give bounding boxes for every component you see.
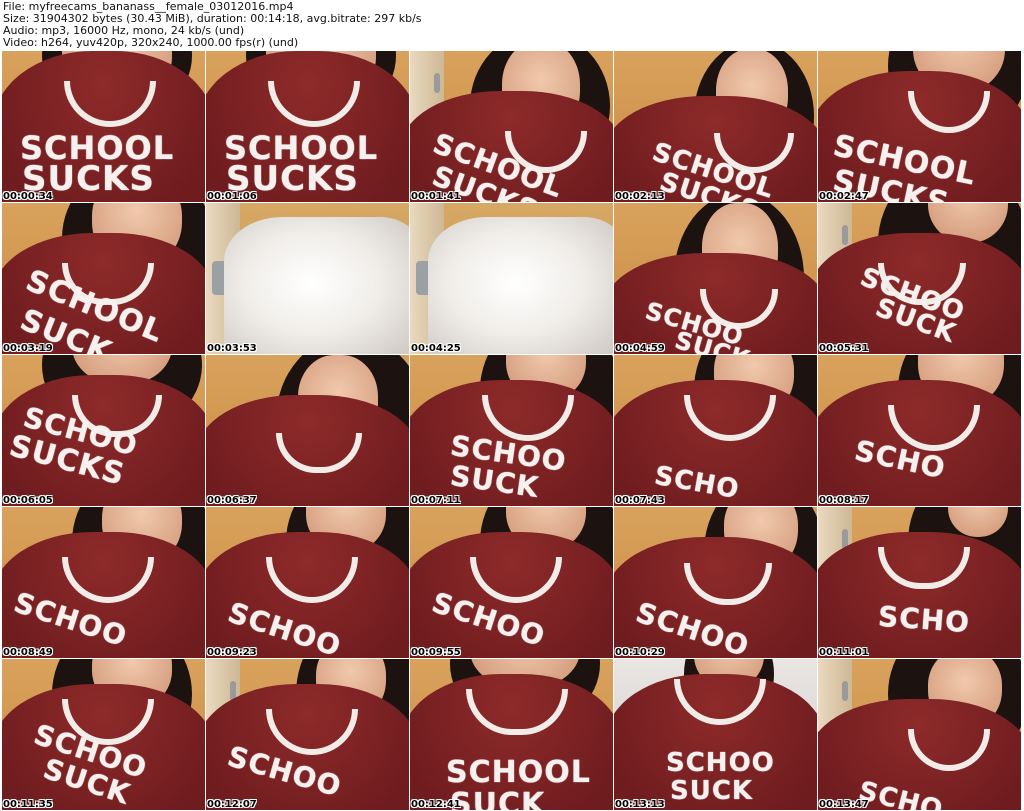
thumbnail-timestamp: 00:09:55 (411, 647, 461, 658)
thumbnail-frame: SCHOOL SUCKS 00:01:06 (206, 51, 409, 202)
thumbnail-timestamp: 00:03:53 (207, 343, 257, 354)
thumbnail-frame: SCHOO 00:08:49 (2, 507, 205, 658)
thumbnail-frame: SCHOOL SUCKS 00:02:13 (614, 51, 817, 202)
thumbnail-timestamp: 00:00:34 (3, 191, 53, 202)
thumbnail-timestamp: 00:12:41 (411, 799, 461, 810)
thumbnail-timestamp: 00:02:47 (819, 191, 869, 202)
thumbnail-frame: SCHOO 00:09:23 (206, 507, 409, 658)
thumbnail-timestamp: 00:02:13 (615, 191, 665, 202)
thumbnail-frame: SCHO 00:07:43 (614, 355, 817, 506)
thumbnail-timestamp: 00:07:11 (411, 495, 461, 506)
thumbnail-frame: SCHOO SUCK 00:04:59 (614, 203, 817, 354)
thumbnail-timestamp: 00:11:01 (819, 647, 869, 658)
thumbnail-frame: 00:03:53 (206, 203, 409, 354)
thumbnail-timestamp: 00:12:07 (207, 799, 257, 810)
thumbnail-frame: 00:04:25 (410, 203, 613, 354)
thumbnail-frame: SCHOOL SUCKS 00:01:41 (410, 51, 613, 202)
thumbnail-frame: SCHOO 00:10:29 (614, 507, 817, 658)
thumbnail-grid: SCHOOL SUCKS 00:00:34 SCHOOL SUCKS 00:01:06 SC… (2, 51, 1022, 811)
thumbnail-timestamp: 00:04:25 (411, 343, 461, 354)
thumbnail-timestamp: 00:04:59 (615, 343, 665, 354)
thumbnail-frame: SCHO 00:11:01 (818, 507, 1021, 658)
thumbnail-timestamp: 00:13:47 (819, 799, 869, 810)
thumbnail-timestamp: 00:10:29 (615, 647, 665, 658)
thumbnail-timestamp: 00:13:13 (615, 799, 665, 810)
thumbnail-frame: SCHOOL SUCK 00:12:41 (410, 659, 613, 810)
shirt-print-line1: SCHOOL (446, 755, 591, 790)
thumbnail-frame: SCHOO SUCKS 00:06:05 (2, 355, 205, 506)
bedding (224, 217, 409, 354)
video-info-line: Video: h264, yuv420p, 320x240, 1000.00 f… (3, 36, 299, 49)
door-handle (842, 225, 848, 245)
thumbnail-frame: SCHO 00:08:17 (818, 355, 1021, 506)
thumbnail-frame: SCHOOL SUCKS 00:02:47 (818, 51, 1021, 202)
thumbnail-frame: SCHOO SUCK 00:11:35 (2, 659, 205, 810)
door-handle (434, 73, 440, 93)
thumbnail-timestamp: 00:09:23 (207, 647, 257, 658)
thumbnail-timestamp: 00:03:19 (3, 343, 53, 354)
thumbnail-frame: SCHOO 00:12:07 (206, 659, 409, 810)
thumbnail-frame: SCHO 00:13:47 (818, 659, 1021, 810)
thumbnail-timestamp: 00:01:41 (411, 191, 461, 202)
thumbnail-frame: SCHOO SUCK 00:05:31 (818, 203, 1021, 354)
thumbnail-frame: 00:06:37 (206, 355, 409, 506)
door-handle (842, 681, 848, 701)
thumbnail-frame: SCHOO SUCK 00:07:11 (410, 355, 613, 506)
thumbnail-frame: SCHOO 00:09:55 (410, 507, 613, 658)
thumbnail-timestamp: 00:11:35 (3, 799, 53, 810)
thumbnail-timestamp: 00:08:17 (819, 495, 869, 506)
thumbnail-timestamp: 00:01:06 (207, 191, 257, 202)
shirt-print-line2: SUCK (450, 787, 546, 810)
thumbnail-timestamp: 00:05:31 (819, 343, 869, 354)
file-info-header: File: myfreecams_bananass__female_030120… (0, 0, 1024, 50)
thumbnail-timestamp: 00:06:05 (3, 495, 53, 506)
thumbnail-timestamp: 00:07:43 (615, 495, 665, 506)
shirt-print-line1: SCHO (877, 599, 972, 640)
thumbnail-timestamp: 00:06:37 (207, 495, 257, 506)
shirt-print-line1: SCHOO (666, 748, 775, 778)
shirt-print-line2: SUCK (670, 776, 754, 806)
bedding (428, 217, 613, 354)
thumbnail-frame: SCHOO SUCK 00:13:13 (614, 659, 817, 810)
thumbnail-frame: SCHOOL SUCK 00:03:19 (2, 203, 205, 354)
thumbnail-frame: SCHOOL SUCKS 00:00:34 (2, 51, 205, 202)
thumbnail-timestamp: 00:08:49 (3, 647, 53, 658)
